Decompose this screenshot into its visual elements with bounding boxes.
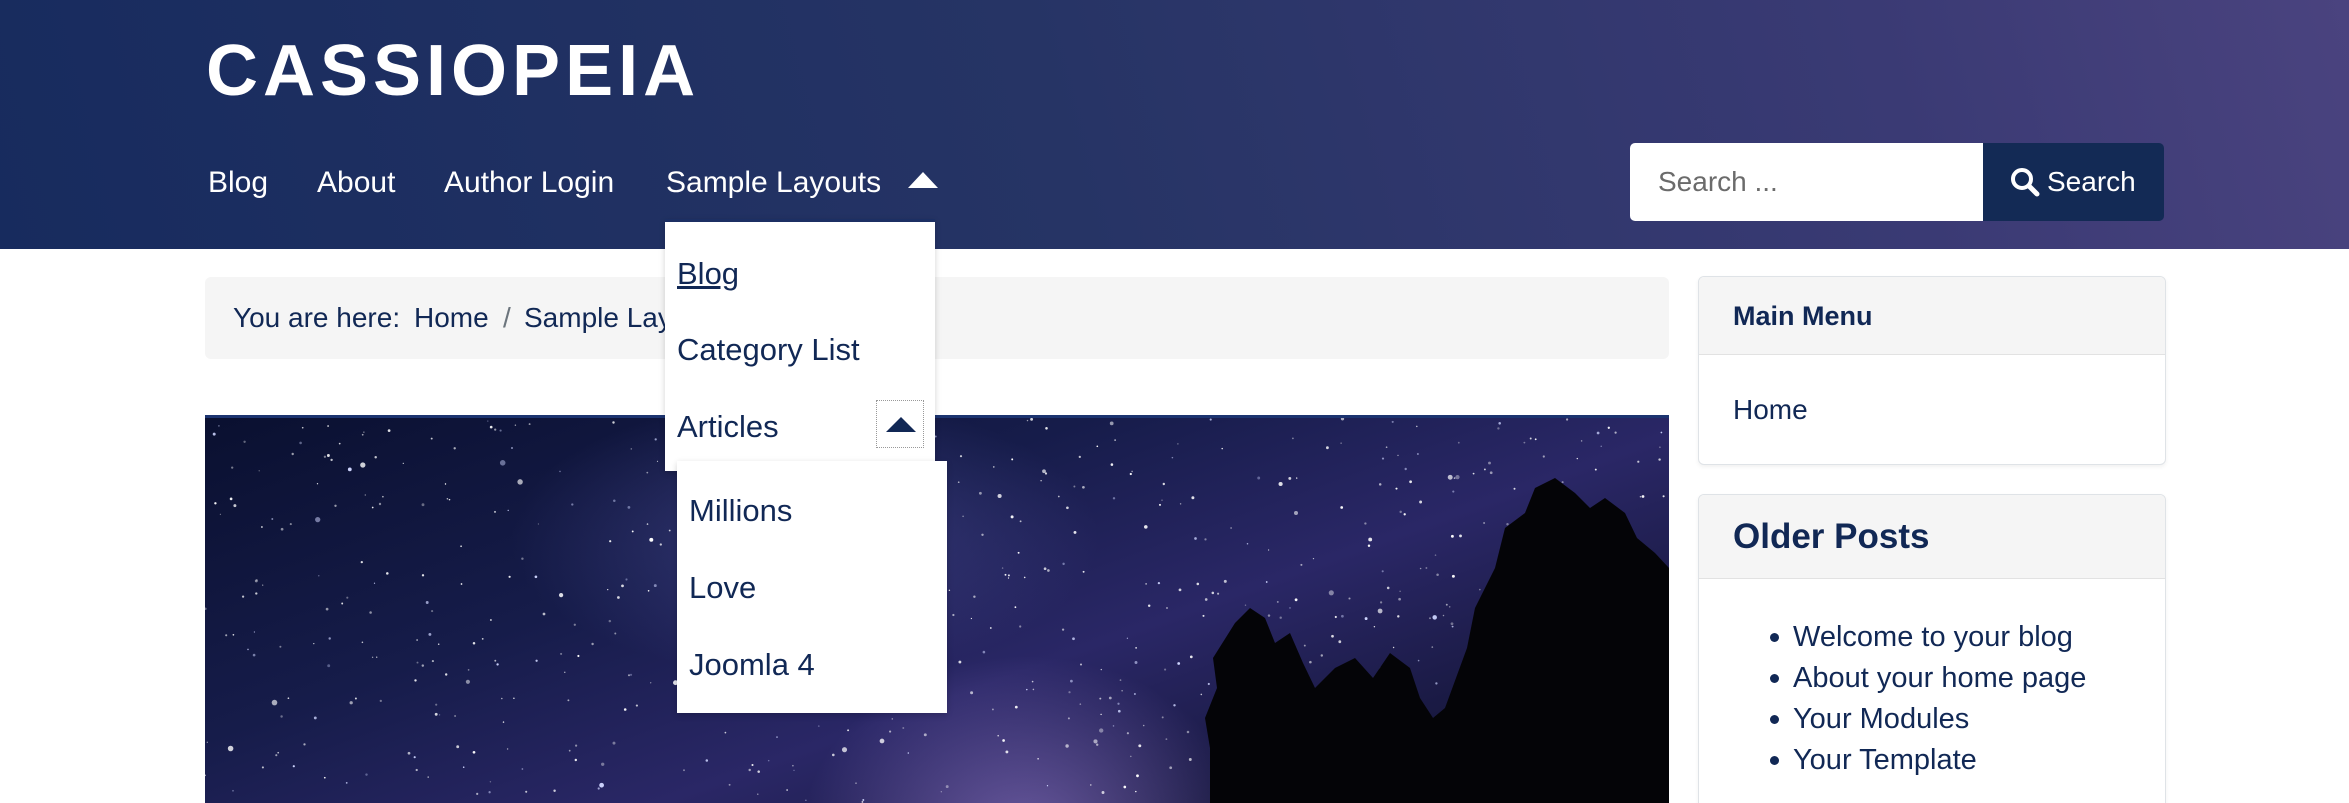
nav-item-blog[interactable]: Blog [208, 160, 268, 206]
sample-layouts-dropdown: Blog Category List Articles [665, 219, 935, 471]
articles-submenu: Millions Love Joomla 4 [677, 461, 947, 713]
main-menu-card: Main Menu Home [1698, 276, 2166, 465]
list-bullet [1770, 715, 1779, 724]
main-menu-home-link[interactable]: Home [1733, 390, 1808, 430]
site-header: CASSIOPEIA Blog About Author Login Sampl… [0, 0, 2349, 249]
breadcrumb-separator: / [503, 302, 511, 333]
site-brand[interactable]: CASSIOPEIA [206, 26, 700, 116]
older-posts-title: Older Posts [1699, 495, 2165, 579]
dropdown-item-blog[interactable]: Blog [677, 252, 739, 296]
submenu-item-millions[interactable]: Millions [689, 489, 792, 533]
older-post-link[interactable]: Welcome to your blog [1793, 617, 2073, 657]
search-button-label: Search [2047, 166, 2136, 197]
older-post-link[interactable]: About your home page [1793, 658, 2086, 698]
submenu-item-joomla-4[interactable]: Joomla 4 [689, 643, 815, 687]
submenu-item-love[interactable]: Love [689, 566, 756, 610]
older-posts-card: Older Posts Welcome to your blog About y… [1698, 494, 2166, 803]
search-button[interactable]: Search [1983, 143, 2164, 221]
search-input[interactable] [1630, 143, 1983, 221]
older-post-link[interactable]: Your Template [1793, 740, 1977, 780]
list-bullet [1770, 674, 1779, 683]
nav-item-author-login[interactable]: Author Login [444, 160, 614, 206]
main-menu-title: Main Menu [1699, 277, 2165, 355]
list-bullet [1770, 756, 1779, 765]
caret-up-icon[interactable] [908, 172, 938, 188]
older-post-link[interactable]: Your Modules [1793, 699, 1969, 739]
dropdown-item-category-list[interactable]: Category List [677, 328, 860, 372]
caret-up-icon [886, 417, 916, 432]
list-bullet [1770, 633, 1779, 642]
nav-item-sample-layouts[interactable]: Sample Layouts [666, 160, 881, 206]
nav-item-about[interactable]: About [317, 160, 395, 206]
breadcrumb-home[interactable]: Home [414, 277, 489, 359]
breadcrumb-prefix: You are here: [233, 302, 401, 333]
breadcrumb: You are here: Home / Sample Layouts [205, 277, 1669, 359]
submenu-toggle-button[interactable] [876, 400, 924, 448]
search-icon [2011, 168, 2040, 197]
dropdown-item-articles[interactable]: Articles [677, 405, 779, 449]
